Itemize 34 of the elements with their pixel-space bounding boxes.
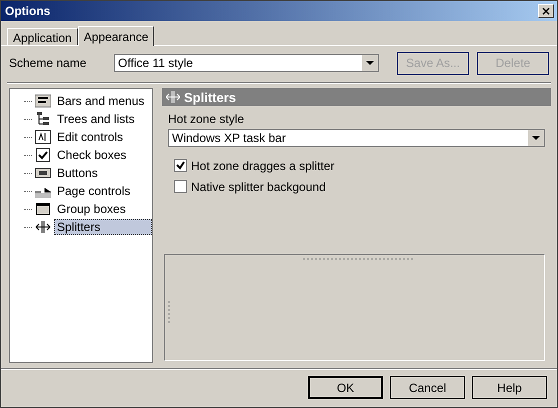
splitter-icon (166, 90, 180, 104)
hot-zone-dropdown[interactable]: Windows XP task bar (168, 129, 545, 147)
tree-item[interactable]: Group boxes (54, 201, 129, 217)
dialog-button[interactable]: Cancel (390, 376, 465, 399)
tree-item[interactable]: Check boxes (54, 147, 130, 163)
tree-item[interactable]: Edit controls (54, 129, 126, 145)
checkbox[interactable] (174, 180, 187, 193)
splitter-grip-icon (303, 257, 413, 261)
tree-item[interactable]: Bars and menus (54, 93, 148, 109)
tree-item[interactable]: Trees and lists (54, 111, 138, 127)
section-title: Splitters (184, 90, 236, 104)
scheme-dropdown[interactable]: Office 11 style (114, 54, 380, 72)
text-field-icon (35, 130, 51, 144)
dialog-button[interactable]: OK (308, 376, 383, 399)
checkbox-icon (35, 148, 51, 162)
splitter-grip-icon (167, 301, 171, 323)
dialog-button[interactable]: Help (472, 376, 547, 399)
field-label: Scheme name (9, 56, 88, 70)
tab[interactable]: Appearance (78, 26, 154, 46)
close-button[interactable]: × (538, 4, 554, 18)
tab[interactable]: Application (7, 28, 78, 45)
group-box-icon (35, 202, 51, 216)
field-label: Hot zone style (168, 112, 246, 126)
tree-icon (35, 112, 51, 126)
checkbox[interactable] (174, 159, 187, 172)
window-title: Options (5, 4, 50, 18)
tree-item[interactable]: Splitters (54, 219, 152, 235)
checkbox-label: Native splitter backgound (191, 180, 326, 194)
tree-item[interactable]: Page controls (54, 183, 134, 199)
menu-bar-icon (35, 94, 51, 108)
checkbox-label: Hot zone dragges a splitter (191, 158, 334, 172)
button-icon (35, 166, 51, 180)
splitter-icon (35, 220, 51, 234)
tree-item[interactable]: Buttons (54, 165, 101, 181)
